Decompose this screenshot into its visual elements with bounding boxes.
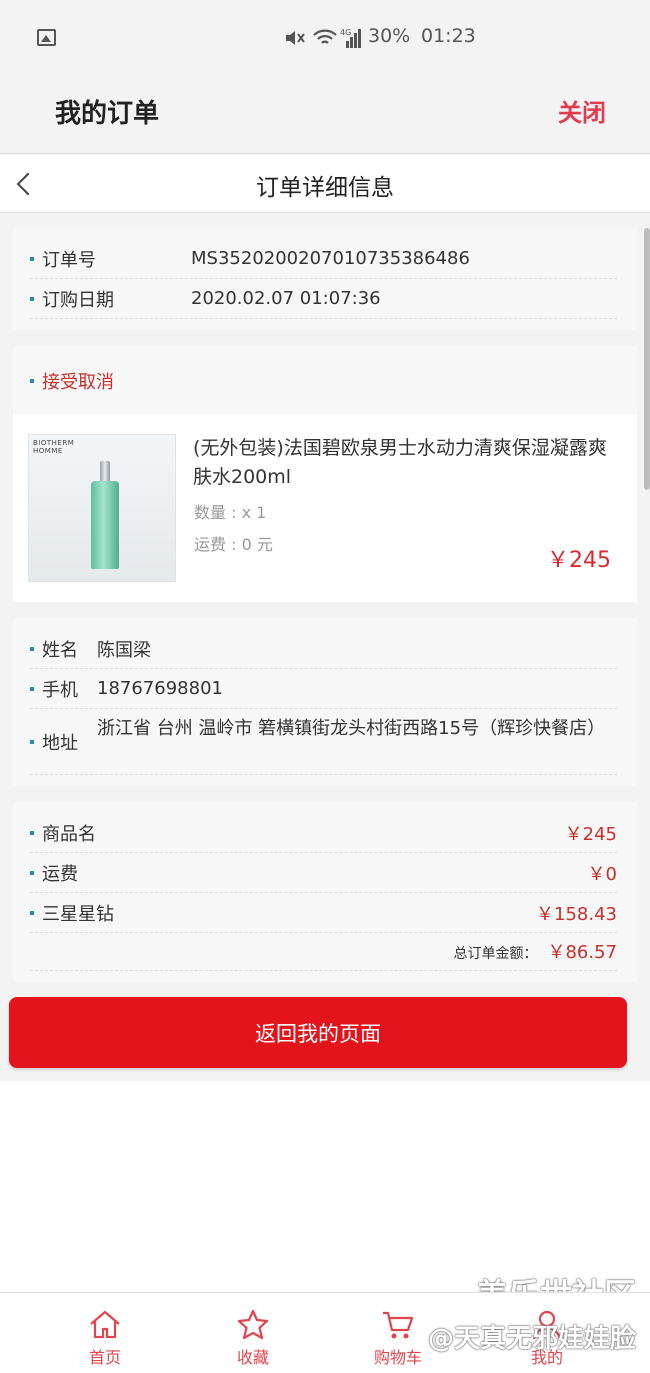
summary-value: ￥0 <box>587 863 617 885</box>
battery-percent: 30% <box>368 25 411 47</box>
svg-text:4G: 4G <box>340 28 351 37</box>
summary-value: ￥245 <box>564 823 617 845</box>
bullet <box>30 379 34 383</box>
summary-label: 运费 <box>42 863 78 885</box>
order-info-card: 订单号 MS3520200207010735386486 订购日期 2020.0… <box>13 228 637 330</box>
nav-favorites[interactable]: 收藏 <box>203 1293 303 1373</box>
nav-favorites-label: 收藏 <box>236 1348 269 1367</box>
phone-value: 18767698801 <box>97 678 223 699</box>
nav-home[interactable]: 首页 <box>55 1293 155 1373</box>
summary-label: 三星星钻 <box>42 903 114 925</box>
mute-icon <box>286 31 305 45</box>
price-summary-card: 商品名 ￥245 运费 ￥0 三星星钻 ￥158.43 总订单金额： ￥86.5… <box>13 802 637 982</box>
order-date-row: 订购日期 2020.02.07 01:07:36 <box>30 279 617 319</box>
watermark-author: @天真无邪娃娃脸 <box>427 1324 636 1354</box>
divider <box>30 970 617 971</box>
page-title: 我的订单 <box>55 99 160 129</box>
order-status: 接受取消 <box>30 368 114 394</box>
bottle-image <box>91 461 119 569</box>
app-header: 我的订单 关闭 <box>0 76 650 154</box>
signal-icon: 4G <box>340 28 361 48</box>
bullet <box>30 910 34 915</box>
close-button[interactable]: 关闭 <box>558 93 606 128</box>
recipient-card: 姓名 陈国梁 手机 18767698801 地址 浙江省 台州 温岭市 箬横镇街… <box>13 618 637 786</box>
order-number-row: 订单号 MS3520200207010735386486 <box>30 239 617 279</box>
product-brand-mark: BIOTHERM HOMME <box>33 439 75 455</box>
sub-header: 订单详细信息 <box>0 155 650 213</box>
order-detail-content: 订单号 MS3520200207010735386486 订购日期 2020.0… <box>0 213 650 1081</box>
address-value: 浙江省 台州 温岭市 箬横镇街龙头村街西路15号（辉珍快餐店） <box>97 718 606 739</box>
return-to-my-page-button[interactable]: 返回我的页面 <box>9 997 627 1068</box>
product-item[interactable]: BIOTHERM HOMME (无外包装)法国碧欧泉男士水动力清爽保湿凝露爽肤水… <box>13 414 637 602</box>
order-date-label: 订购日期 <box>42 289 114 311</box>
total-value: ￥86.57 <box>547 942 617 963</box>
summary-row-goods: 商品名 ￥245 <box>30 813 617 853</box>
order-date-value: 2020.02.07 01:07:36 <box>191 288 381 309</box>
bullet <box>30 870 34 875</box>
name-row: 姓名 陈国梁 <box>30 629 617 669</box>
summary-row-shipping: 运费 ￥0 <box>30 853 617 893</box>
bullet <box>30 256 34 261</box>
total-row: 总订单金额： ￥86.57 <box>453 938 617 964</box>
product-image[interactable]: BIOTHERM HOMME <box>28 434 176 582</box>
order-number-label: 订单号 <box>42 249 96 271</box>
name-label: 姓名 <box>42 639 78 661</box>
phone-row: 手机 18767698801 <box>30 669 617 709</box>
product-quantity: 数量 : x 1 <box>194 503 267 522</box>
star-icon <box>237 1309 269 1340</box>
bullet <box>30 296 34 301</box>
bullet <box>30 686 34 691</box>
address-label: 地址 <box>42 732 78 754</box>
product-price: ￥245 <box>547 548 611 573</box>
summary-label: 商品名 <box>42 823 96 845</box>
wifi-icon <box>313 29 337 44</box>
order-status-text: 接受取消 <box>42 372 114 393</box>
address-row: 地址 浙江省 台州 温岭市 箬横镇街龙头村街西路15号（辉珍快餐店） <box>30 709 617 775</box>
summary-value: ￥158.43 <box>536 903 617 925</box>
bullet <box>30 830 34 835</box>
bullet <box>30 646 34 651</box>
home-icon <box>90 1310 120 1339</box>
order-number-value: MS3520200207010735386486 <box>191 248 470 269</box>
cart-icon <box>383 1311 414 1339</box>
summary-row-points: 三星星钻 ￥158.43 <box>30 893 617 933</box>
order-detail-title: 订单详细信息 <box>256 175 394 201</box>
name-value: 陈国梁 <box>97 639 151 661</box>
total-label: 总订单金额： <box>453 946 538 962</box>
product-shipping: 运费 : 0 元 <box>194 535 273 554</box>
bullet <box>30 739 34 744</box>
clock: 01:23 <box>421 25 476 47</box>
product-title[interactable]: (无外包装)法国碧欧泉男士水动力清爽保湿凝露爽肤水200ml <box>193 434 613 492</box>
phone-label: 手机 <box>42 679 78 701</box>
nav-home-label: 首页 <box>88 1348 121 1367</box>
scrollbar[interactable] <box>644 228 650 490</box>
gallery-notification-icon <box>37 29 56 46</box>
status-bar: 4G 30% 01:23 <box>0 0 650 76</box>
